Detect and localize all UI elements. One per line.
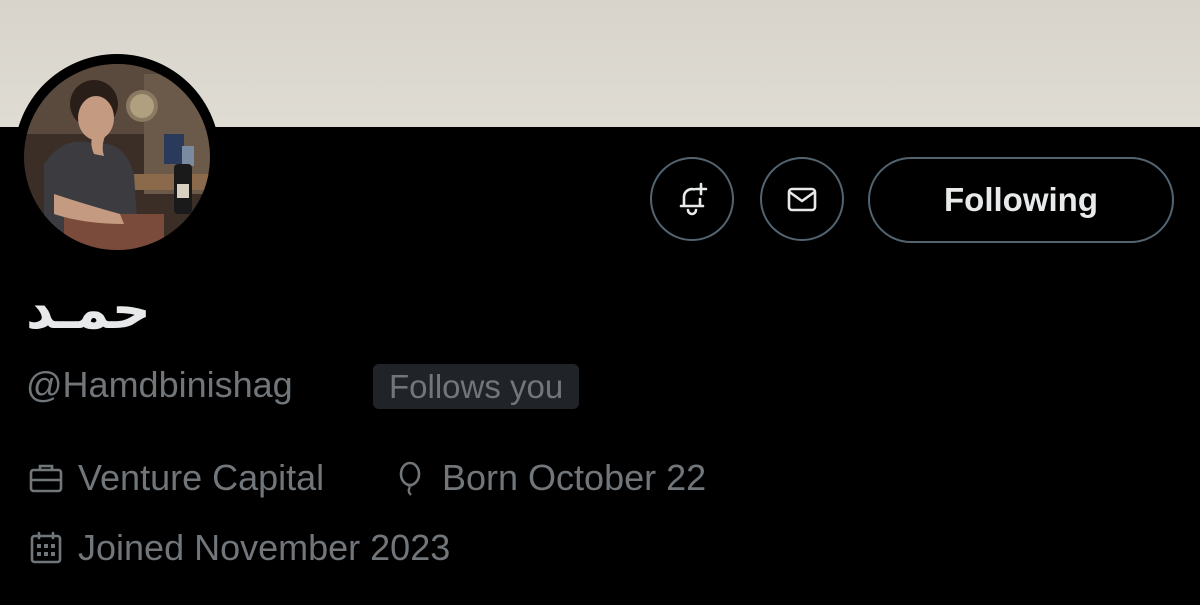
joined-label: Joined November 2023 [78, 527, 451, 568]
mail-icon [787, 187, 817, 212]
following-button[interactable]: Following [868, 157, 1174, 243]
notify-button[interactable] [650, 157, 734, 241]
work-label: Venture Capital [78, 457, 325, 498]
profile-joined: Joined November 2023 [26, 526, 450, 570]
avatar-photo [24, 64, 210, 250]
birthday-label: Born October 22 [442, 457, 707, 498]
display-name: حمـد [26, 278, 151, 341]
briefcase-icon [29, 464, 63, 493]
profile-birthday: Born October 22 [390, 456, 706, 500]
bell-plus-icon [679, 182, 708, 216]
profile-work: Venture Capital [26, 456, 324, 500]
balloon-icon [399, 461, 421, 496]
follows-you-badge: Follows you [373, 364, 580, 409]
message-button[interactable] [760, 157, 844, 241]
avatar[interactable] [24, 64, 210, 250]
calendar-icon [30, 531, 62, 564]
user-handle: @Hamdbinishag [26, 364, 293, 405]
